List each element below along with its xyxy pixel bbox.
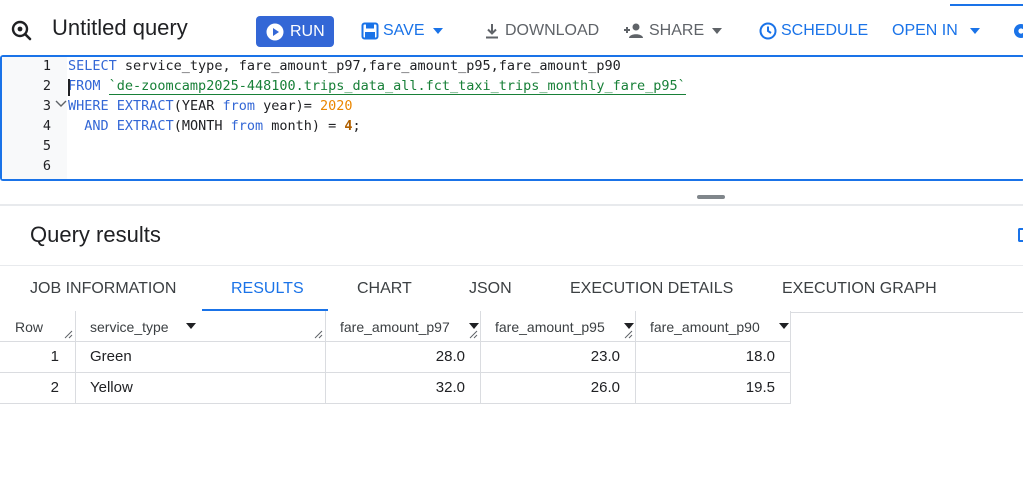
column-header-label: fare_amount_p95	[495, 319, 605, 335]
open-in-button[interactable]: OPEN IN	[892, 18, 980, 44]
column-header-label: fare_amount_p97	[340, 319, 450, 335]
code-line: FROM `de-zoomcamp2025-448100.trips_data_…	[68, 78, 686, 95]
line-number: 4	[42, 118, 51, 134]
tab-execution-graph[interactable]: EXECUTION GRAPH	[782, 266, 937, 311]
code-token: month) =	[263, 118, 345, 134]
line-number: 2	[42, 78, 51, 94]
results-tabs: JOB INFORMATION RESULTS CHART JSON EXECU…	[0, 265, 1023, 313]
clock-icon	[759, 22, 777, 40]
column-header-fare-p90[interactable]: fare_amount_p90	[636, 311, 791, 342]
resize-handle-icon[interactable]	[469, 330, 478, 339]
share-label: SHARE	[649, 22, 705, 39]
play-icon	[266, 23, 284, 40]
code-token: 4	[344, 118, 353, 134]
pane-splitter[interactable]	[0, 184, 1023, 206]
save-label: SAVE	[383, 22, 425, 39]
query-icon	[11, 20, 32, 41]
schedule-button[interactable]: SCHEDULE	[759, 18, 868, 44]
chevron-down-icon	[712, 28, 723, 34]
table-cell[interactable]: 32.0	[326, 373, 481, 404]
line-number: 3	[42, 98, 51, 114]
tab-execution-details[interactable]: EXECUTION DETAILS	[570, 266, 733, 311]
text-cursor	[68, 79, 70, 96]
tab-chart[interactable]: CHART	[357, 266, 412, 311]
code-token: `de-zoomcamp2025-448100.trips_data_all.f…	[108, 78, 686, 95]
code-token: 2020	[320, 98, 353, 114]
line-number: 6	[42, 158, 51, 174]
resize-handle-icon[interactable]	[314, 330, 323, 339]
table-cell[interactable]: 26.0	[481, 373, 636, 404]
download-icon	[486, 24, 498, 39]
code-token: WHERE	[68, 98, 109, 114]
table-cell[interactable]: 18.0	[636, 342, 791, 373]
code-line: AND EXTRACT(MONTH from month) = 4;	[68, 118, 361, 134]
code-token: FROM	[68, 78, 101, 94]
column-header-label: fare_amount_p90	[650, 319, 760, 335]
column-header-fare-p95[interactable]: fare_amount_p95	[481, 311, 636, 342]
column-header-label: Row	[15, 319, 44, 335]
code-token: from	[222, 98, 255, 114]
sql-editor[interactable]: 1 2 3 4 5 6 SELECT service_type, fare_am…	[0, 55, 1023, 181]
code-token: AND	[84, 118, 109, 134]
code-token: SELECT	[68, 58, 117, 74]
add-person-icon	[624, 23, 643, 38]
code-token: from	[230, 118, 264, 134]
column-header-fare-p97[interactable]: fare_amount_p97	[326, 311, 481, 342]
share-button[interactable]: SHARE	[623, 18, 723, 44]
row-number-cell: 2	[0, 373, 76, 404]
code-token: (MONTH	[173, 118, 231, 134]
expand-panel-icon[interactable]	[1018, 228, 1023, 242]
table-cell[interactable]: Green	[76, 342, 326, 373]
download-label: DOWNLOAD	[505, 22, 600, 39]
table-cell[interactable]: Yellow	[76, 373, 326, 404]
run-label: RUN	[290, 22, 325, 40]
resize-handle-icon[interactable]	[624, 330, 633, 339]
run-button[interactable]: RUN	[256, 16, 334, 47]
column-header-service-type[interactable]: service_type	[76, 311, 326, 342]
code-token: EXTRACT	[116, 118, 174, 134]
code-token: EXTRACT	[116, 98, 174, 114]
gear-icon[interactable]	[1012, 22, 1023, 40]
active-indicator	[950, 4, 1023, 6]
download-button[interactable]: DOWNLOAD	[483, 18, 599, 44]
line-number: 1	[42, 58, 51, 74]
tab-results[interactable]: RESULTS	[231, 266, 304, 311]
column-header-label: service_type	[90, 319, 169, 335]
code-token: service_type, fare_amount_p97,fare_amoun…	[116, 58, 621, 74]
results-title: Query results	[30, 222, 161, 247]
code-token: ;	[352, 118, 361, 134]
save-icon	[361, 22, 379, 40]
table-cell[interactable]: 23.0	[481, 342, 636, 373]
table-cell[interactable]: 28.0	[326, 342, 481, 373]
sort-arrow-icon[interactable]	[779, 323, 789, 329]
column-header-row: Row	[0, 311, 76, 342]
drag-handle[interactable]	[697, 195, 725, 199]
save-button[interactable]: SAVE	[361, 18, 443, 44]
query-toolbar: Untitled query RUN SAVE DOWNLOAD SHARE S…	[0, 0, 1023, 56]
sort-arrow-icon[interactable]	[624, 323, 634, 329]
line-number: 5	[42, 138, 51, 154]
code-line: WHERE EXTRACT(YEAR from year)= 2020	[68, 98, 353, 114]
fold-chevron-icon[interactable]	[55, 99, 67, 109]
tab-job-information[interactable]: JOB INFORMATION	[30, 266, 176, 311]
code-token: (YEAR	[173, 98, 223, 114]
row-number-cell: 1	[0, 342, 76, 373]
resize-handle-icon[interactable]	[64, 330, 73, 339]
sort-arrow-icon[interactable]	[469, 323, 479, 329]
sort-arrow-icon[interactable]	[186, 323, 196, 329]
query-title[interactable]: Untitled query	[52, 15, 188, 41]
table-cell[interactable]: 19.5	[636, 373, 791, 404]
code-line: SELECT service_type, fare_amount_p97,far…	[68, 58, 621, 74]
tab-json[interactable]: JSON	[469, 266, 512, 311]
chevron-down-icon	[432, 28, 443, 34]
open-in-label: OPEN IN	[892, 22, 958, 39]
chevron-down-icon	[969, 28, 980, 34]
schedule-label: SCHEDULE	[781, 22, 869, 39]
code-token: year)=	[254, 98, 321, 114]
